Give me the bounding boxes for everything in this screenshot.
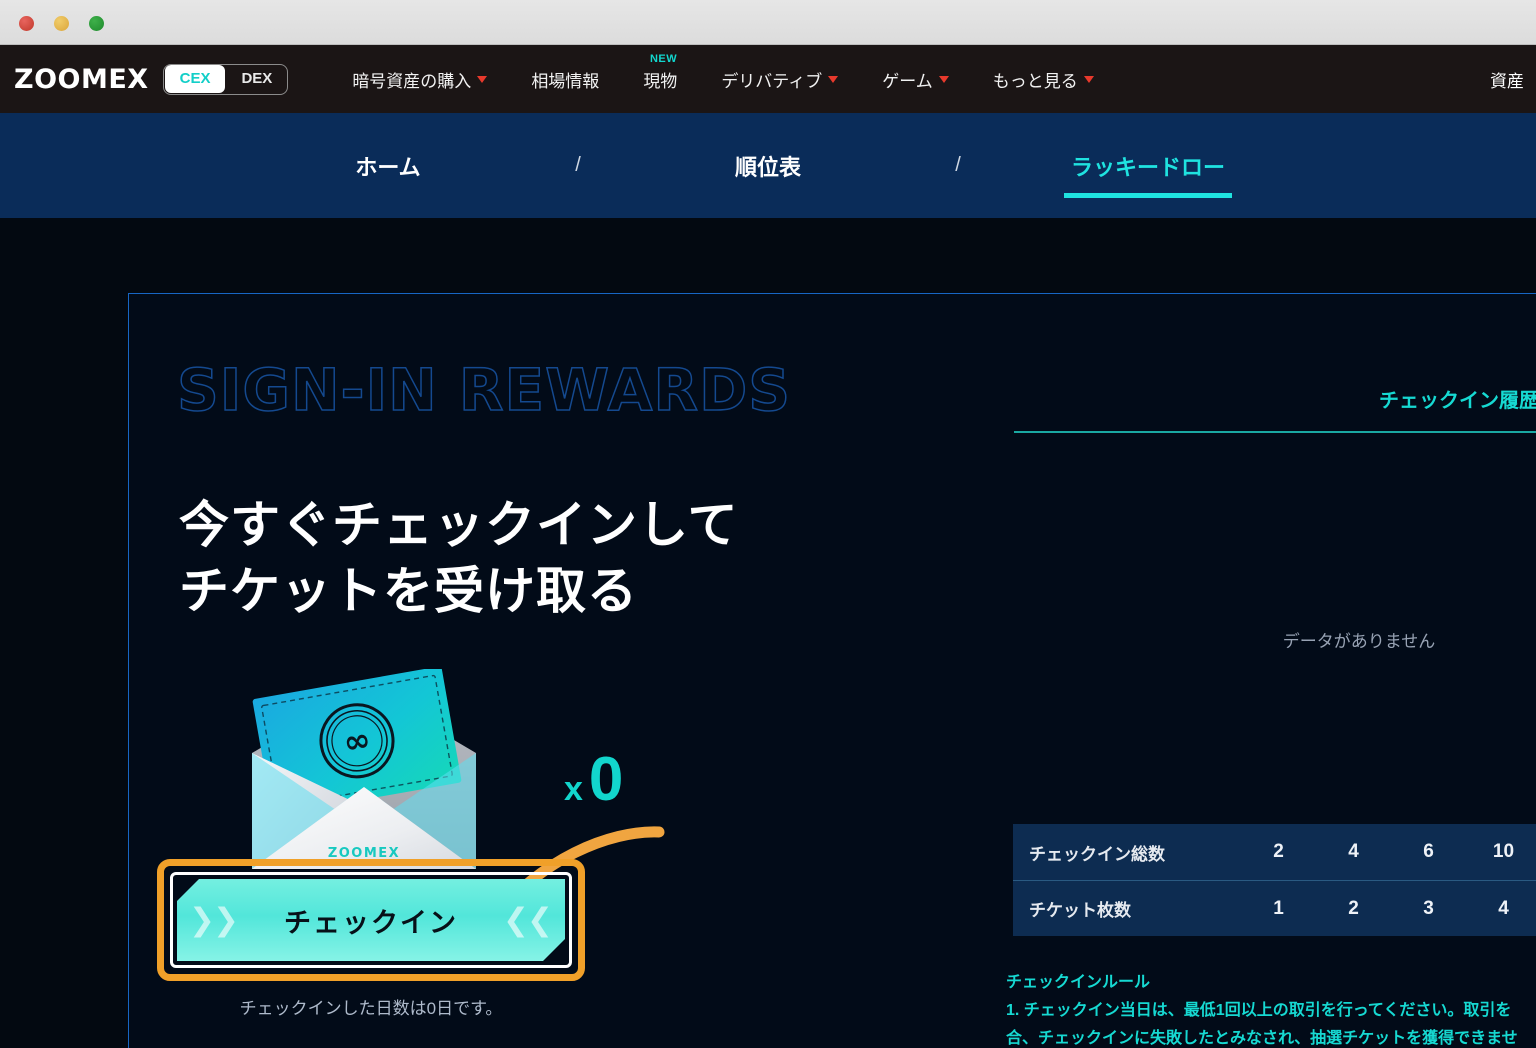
nav-label: 暗号資産の購入 xyxy=(352,71,472,91)
nav-label: もっと見る xyxy=(992,71,1078,91)
page-body: SIGN-IN REWARDS 今すぐチェックインして チケットを受け取る ∞ … xyxy=(0,218,1536,1048)
subnav-separator: / xyxy=(575,154,581,176)
table-cell: 4 xyxy=(1498,897,1509,919)
checkin-button-frame: ❯ ❯ チェックイン ❮ ❮ xyxy=(170,872,572,968)
page-title-line-2: チケットを受け取る xyxy=(179,563,638,619)
ghost-heading: SIGN-IN REWARDS xyxy=(176,355,792,425)
nav-label: ゲーム xyxy=(882,71,933,91)
subnav-item-lucky-draw[interactable]: ラッキードロー xyxy=(1053,150,1243,182)
table-row: チェックイン総数 2 4 6 10 xyxy=(1013,824,1536,880)
minimize-icon[interactable] xyxy=(54,16,69,31)
checkin-history-title: チェックイン履歴 xyxy=(1379,390,1536,412)
cex-toggle-option[interactable]: CEX xyxy=(164,65,226,93)
rules-line-2: 合、チェックインに失敗したとみなされ、抽選チケットを獲得できませ xyxy=(1006,1030,1518,1047)
cex-dex-toggle[interactable]: CEX DEX xyxy=(162,63,289,95)
counter-value: 0 xyxy=(588,745,624,814)
nav-item-derivatives[interactable]: デリバティブ xyxy=(699,67,860,92)
nav-item-assets[interactable]: 資産 xyxy=(1490,45,1536,113)
row-label-ticket-count: チケット枚数 xyxy=(1029,901,1131,920)
nav-label: デリバティブ xyxy=(721,71,823,91)
nav-item-spot[interactable]: NEW 現物 xyxy=(621,53,699,92)
table-cell: 6 xyxy=(1423,841,1434,862)
checkin-button[interactable]: ❯ ❯ チェックイン ❮ ❮ xyxy=(177,879,565,961)
ticket-counter: x 0 xyxy=(564,744,623,815)
chevron-right-icon: ❯ xyxy=(189,902,215,937)
close-icon[interactable] xyxy=(19,16,34,31)
chevron-left-icon: ❮ xyxy=(527,902,553,937)
history-divider xyxy=(1014,431,1536,433)
subnav-item-leaderboard[interactable]: 順位表 xyxy=(673,150,863,182)
table-cell: 1 xyxy=(1273,897,1284,919)
nav-item-market[interactable]: 相場情報 xyxy=(509,67,621,92)
nav-item-games[interactable]: ゲーム xyxy=(860,67,971,92)
chevron-right-icon: ❯ xyxy=(213,902,239,937)
zoom-icon[interactable] xyxy=(89,16,104,31)
zoomex-logo[interactable]: ZOOMEX xyxy=(14,64,149,95)
table-cell: 10 xyxy=(1492,841,1515,862)
rules-line-1: 1. チェックイン当日は、最低1回以上の取引を行ってください。取引を xyxy=(1006,1002,1512,1019)
history-empty-state: データがありません xyxy=(1282,632,1436,651)
counter-multiplier-symbol: x xyxy=(564,770,583,808)
checkin-days-caption: チェックインした日数は0日です。 xyxy=(239,999,503,1018)
nav-assets-label: 資産 xyxy=(1490,71,1524,91)
window-controls xyxy=(19,16,104,31)
nav-items: 暗号資産の購入 相場情報 NEW 現物 デリバティブ ゲーム もっと見る xyxy=(330,53,1116,92)
page-title-line-1: 今すぐチェックインして xyxy=(179,497,739,553)
row-label-total-checkins: チェックイン総数 xyxy=(1029,844,1165,864)
chevron-down-icon xyxy=(1083,75,1094,83)
nav-item-buy-crypto[interactable]: 暗号資産の購入 xyxy=(330,67,509,92)
table-cell: 3 xyxy=(1423,897,1434,919)
table-row: チケット枚数 1 2 3 4 xyxy=(1013,880,1536,936)
checkin-button-label: チェックイン xyxy=(284,907,458,938)
window-titlebar xyxy=(0,0,1536,45)
lucky-draw-card: SIGN-IN REWARDS 今すぐチェックインして チケットを受け取る ∞ … xyxy=(128,293,1536,1048)
table-cell: 2 xyxy=(1348,897,1359,919)
table-cell: 2 xyxy=(1273,841,1284,862)
new-badge: NEW xyxy=(649,52,678,65)
rules-title: チェックインルール xyxy=(1006,974,1151,991)
envelope-icon: ∞ ZOOMEX xyxy=(252,666,476,869)
top-navigation-bar: ZOOMEX CEX DEX 暗号資産の購入 相場情報 NEW 現物 デリバティ… xyxy=(0,45,1536,113)
chevron-down-icon xyxy=(938,75,949,83)
subnav-item-home[interactable]: ホーム xyxy=(293,150,483,182)
checkin-rules: チェックインルール 1. チェックイン当日は、最低1回以上の取引を行ってください… xyxy=(1006,969,1536,1048)
chevron-left-icon: ❮ xyxy=(503,902,529,937)
page-title: 今すぐチェックインして チケットを受け取る xyxy=(179,492,739,624)
reward-table: チェックイン総数 2 4 6 10 チケット枚数 1 2 3 4 xyxy=(1013,824,1536,936)
app-window: ZOOMEX CEX DEX 暗号資産の購入 相場情報 NEW 現物 デリバティ… xyxy=(0,0,1536,1048)
sub-navigation-bar: ホーム / 順位表 / ラッキードロー xyxy=(0,113,1536,218)
table-cell: 4 xyxy=(1348,841,1359,862)
envelope-ticket-graphic: ∞ ZOOMEX xyxy=(244,666,484,884)
dex-toggle-option[interactable]: DEX xyxy=(226,65,287,93)
subnav-separator: / xyxy=(955,154,961,176)
chevron-down-icon xyxy=(477,75,488,83)
nav-label: 相場情報 xyxy=(531,71,600,91)
checkin-button-highlight: ❯ ❯ チェックイン ❮ ❮ xyxy=(157,859,585,981)
nav-label: 現物 xyxy=(643,71,678,91)
nav-item-more[interactable]: もっと見る xyxy=(971,67,1116,92)
chevron-down-icon xyxy=(828,75,839,83)
